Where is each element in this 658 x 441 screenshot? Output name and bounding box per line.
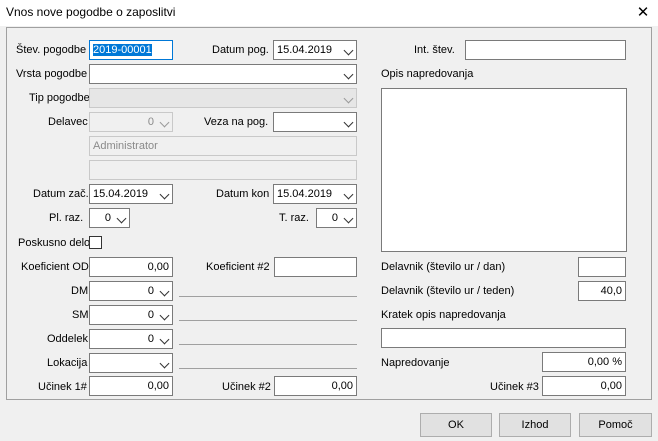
chevron-down-icon — [159, 189, 170, 200]
oddelek-value: 0 — [147, 333, 154, 345]
chevron-down-icon — [159, 117, 170, 128]
ok-button[interactable]: OK — [420, 413, 492, 437]
delavec-extra-field — [89, 160, 357, 180]
kratek-opis-label: Kratek opis napredovanja — [381, 309, 506, 321]
close-icon[interactable]: ✕ — [632, 2, 654, 24]
t-raz-value: 0 — [331, 212, 338, 224]
vrsta-pogodbe-select[interactable] — [89, 64, 357, 84]
ucinek-2-input[interactable]: 0,00 — [274, 376, 357, 396]
veza-na-pog-select[interactable] — [273, 112, 357, 132]
stev-pogodbe-input[interactable]: 2019-00001 — [89, 40, 173, 60]
delavec-name-field: Administrator — [89, 136, 357, 156]
kratek-opis-input[interactable] — [381, 328, 626, 348]
delavec-value: 0 — [147, 116, 154, 128]
oddelek-label: Oddelek — [47, 333, 88, 345]
koeficient-od-input[interactable]: 0,00 — [89, 257, 173, 277]
chevron-down-icon — [343, 117, 354, 128]
t-raz-label: T. raz. — [279, 212, 309, 224]
tip-pogodbe-select[interactable] — [89, 88, 357, 108]
datum-zac-value: 15.04.2019 — [93, 188, 149, 200]
chevron-down-icon — [159, 286, 170, 297]
tip-pogodbe-label: Tip pogodbe — [29, 92, 90, 104]
chevron-down-icon — [343, 69, 354, 80]
datum-zac-label: Datum zač. — [33, 188, 89, 200]
window-title: Vnos nove pogodbe o zaposlitvi — [6, 5, 176, 19]
lokacija-select[interactable] — [89, 353, 173, 373]
sm-select[interactable]: 0 — [89, 305, 173, 325]
chevron-down-icon — [343, 93, 354, 104]
veza-na-pog-label: Veza na pog. — [204, 116, 269, 128]
delavec-select[interactable]: 0 — [89, 112, 173, 132]
lokacija-description-line — [179, 368, 357, 369]
vrsta-pogodbe-label: Vrsta pogodbe — [16, 68, 88, 80]
stev-pogodbe-label: Štev. pogodbe — [16, 44, 87, 56]
sm-description-line — [179, 320, 357, 321]
chevron-down-icon — [159, 334, 170, 345]
chevron-down-icon — [159, 310, 170, 321]
napredovanje-input[interactable]: 0,00 % — [542, 352, 626, 372]
int-stev-input[interactable] — [465, 40, 626, 60]
ucinek-1-input[interactable]: 0,00 — [89, 376, 173, 396]
poskusno-delo-label: Poskusno delo — [18, 237, 91, 249]
ucinek-3-input[interactable]: 0,00 — [542, 376, 626, 396]
dm-value: 0 — [147, 285, 154, 297]
chevron-down-icon — [159, 358, 170, 369]
delavnik-teden-label: Delavnik (število ur / teden) — [381, 285, 515, 297]
opis-napredovanja-label: Opis napredovanja — [381, 68, 474, 80]
napredovanje-label: Napredovanje — [381, 357, 450, 369]
koeficient-2-label: Koeficient #2 — [206, 261, 270, 273]
pl-raz-label: Pl. raz. — [49, 212, 84, 224]
pl-raz-value: 0 — [104, 212, 111, 224]
datum-kon-value: 15.04.2019 — [277, 188, 333, 200]
ucinek-3-label: Učinek #3 — [490, 381, 539, 393]
datum-pog-value: 15.04.2019 — [277, 44, 333, 56]
delavnik-dan-label: Delavnik (število ur / dan) — [381, 261, 506, 273]
koeficient-2-input[interactable] — [274, 257, 357, 277]
chevron-down-icon — [116, 213, 127, 224]
chevron-down-icon — [343, 213, 354, 224]
dm-description-line — [179, 296, 357, 297]
lokacija-label: Lokacija — [47, 357, 88, 369]
sm-label: SM — [72, 309, 89, 321]
dm-select[interactable]: 0 — [89, 281, 173, 301]
int-stev-label: Int. štev. — [414, 44, 455, 56]
pomoc-button[interactable]: Pomoč — [579, 413, 652, 437]
pl-raz-select[interactable]: 0 — [89, 208, 130, 228]
datum-zac-picker[interactable]: 15.04.2019 — [89, 184, 173, 204]
ucinek-1-label: Učinek 1# — [38, 381, 87, 393]
datum-kon-label: Datum kon — [216, 188, 270, 200]
oddelek-select[interactable]: 0 — [89, 329, 173, 349]
datum-pog-label: Datum pog. — [212, 44, 269, 56]
dm-label: DM — [71, 285, 89, 297]
koeficient-od-label: Koeficient OD — [21, 261, 89, 273]
ucinek-2-label: Učinek #2 — [222, 381, 271, 393]
delavnik-teden-input[interactable]: 40,0 — [578, 281, 626, 301]
chevron-down-icon — [343, 189, 354, 200]
poskusno-delo-checkbox[interactable] — [89, 236, 102, 249]
datum-pog-picker[interactable]: 15.04.2019 — [273, 40, 357, 60]
opis-napredovanja-memo[interactable] — [381, 88, 627, 252]
izhod-button[interactable]: Izhod — [499, 413, 571, 437]
datum-kon-picker[interactable]: 15.04.2019 — [273, 184, 357, 204]
oddelek-description-line — [179, 344, 357, 345]
chevron-down-icon — [343, 45, 354, 56]
stev-pogodbe-value: 2019-00001 — [93, 44, 152, 56]
t-raz-select[interactable]: 0 — [316, 208, 357, 228]
sm-value: 0 — [147, 309, 154, 321]
delavnik-dan-input[interactable] — [578, 257, 626, 277]
delavec-label: Delavec — [48, 116, 88, 128]
